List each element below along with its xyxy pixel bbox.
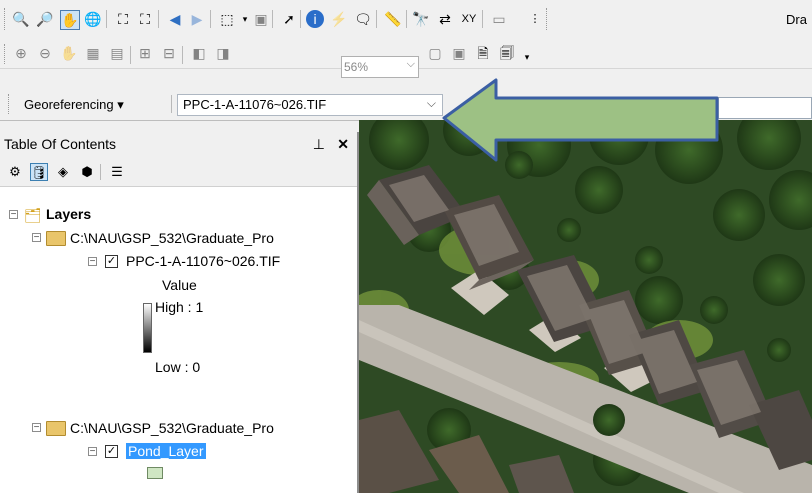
collapse-icon[interactable]: − <box>88 257 97 267</box>
toolbar-divider <box>182 46 183 64</box>
georeference-layer-combo[interactable]: PPC-1-A-11076~026.TIF ⌵ <box>177 94 443 116</box>
map-display[interactable] <box>359 120 812 493</box>
toolbar-divider <box>130 46 131 64</box>
full-extent-icon[interactable]: 🌐 <box>84 10 102 28</box>
previous-extent-layout-icon[interactable]: ◧ <box>190 44 208 62</box>
collapse-icon[interactable]: − <box>88 447 97 457</box>
toolbar-grip[interactable] <box>8 94 12 114</box>
go-to-xy-icon[interactable]: XY <box>460 10 478 28</box>
fixed-zoom-in-icon[interactable]: ⛶ <box>114 10 132 28</box>
layers-root[interactable]: Layers <box>46 204 91 224</box>
find-route-icon[interactable]: ⇄ <box>436 10 454 28</box>
pan-icon[interactable]: ✋ <box>60 10 80 30</box>
layout-zoom-out-icon[interactable]: ⊖ <box>36 44 54 62</box>
draw-toolbar-label[interactable]: Dra <box>786 12 807 27</box>
polygon-symbol-swatch <box>147 467 163 479</box>
fixed-zoom-out-layout-icon[interactable]: ⊟ <box>160 44 178 62</box>
toolbar-divider <box>210 10 211 28</box>
toolbar-grip[interactable] <box>546 8 550 30</box>
html-popup-icon[interactable]: 🗨 <box>354 10 372 28</box>
toolbar-divider <box>482 10 483 28</box>
focus-data-frame-icon[interactable]: ▣ <box>450 44 468 62</box>
annotation-arrow-icon <box>442 78 719 162</box>
folder-icon <box>46 421 66 436</box>
layer-visibility-checkbox[interactable]: ✓ <box>105 445 118 458</box>
toolbar-grip[interactable] <box>4 8 8 30</box>
identify-icon[interactable]: i <box>306 10 324 28</box>
list-by-source-icon[interactable]: 🛢 <box>30 163 48 181</box>
zoom-percent-value: 56% <box>344 60 369 74</box>
legend-high-label: High : 1 <box>155 299 204 315</box>
stretched-color-ramp <box>143 303 152 353</box>
clear-selection-icon[interactable]: ▣ <box>252 10 270 28</box>
toolbar-divider <box>158 10 159 28</box>
list-by-drawing-order-icon[interactable]: ⚙ <box>6 163 24 181</box>
toolbar-divider <box>376 10 377 28</box>
select-elements-icon[interactable]: ➚ <box>280 10 298 28</box>
next-extent-layout-icon[interactable]: ◨ <box>214 44 232 62</box>
collapse-icon[interactable]: − <box>9 210 18 220</box>
raster-layer-name[interactable]: PPC-1-A-11076~026.TIF <box>126 251 280 271</box>
hyperlink-icon[interactable]: ⚡ <box>330 10 348 28</box>
zoom-whole-page-icon[interactable]: ▦ <box>84 44 102 62</box>
layout-pan-icon[interactable]: ✋ <box>60 44 78 62</box>
legend-value-label: Value <box>162 277 197 293</box>
tools-toolbar: 🔍 🔎 ✋ 🌐 ⛶ ⛶ ◀ ▶ ⬚ ▾ ▣ ➚ i ⚡ 🗨 📏 🔭 ⇄ XY ▭… <box>0 0 812 39</box>
toolbar-divider <box>272 10 273 28</box>
collapse-icon[interactable]: − <box>32 233 41 243</box>
pond-layer-name[interactable]: Pond_Layer <box>126 441 206 461</box>
toolbar-options-icon[interactable]: ⋮ <box>526 10 544 28</box>
forward-extent-icon[interactable]: ▶ <box>188 10 206 28</box>
change-layout-icon[interactable]: 🗎 <box>474 44 492 62</box>
collapse-icon[interactable]: − <box>32 423 41 433</box>
aerial-image <box>359 120 812 493</box>
list-by-selection-icon[interactable]: ⬢ <box>78 163 96 181</box>
folder-icon <box>46 231 66 246</box>
data-driven-pages-icon[interactable]: 🗐 <box>498 44 516 62</box>
toc-toolbar: ⚙ 🛢 ◈ ⬢ ☰ <box>0 156 357 187</box>
find-icon[interactable]: 🔭 <box>412 10 430 28</box>
layers-icon: 🗂 <box>24 207 42 223</box>
selected-layer-label: Pond_Layer <box>126 443 206 459</box>
measure-icon[interactable]: 📏 <box>384 10 402 28</box>
fixed-zoom-in-layout-icon[interactable]: ⊞ <box>136 44 154 62</box>
options-icon[interactable]: ☰ <box>108 163 126 181</box>
layout-zoom-in-icon[interactable]: ⊕ <box>12 44 30 62</box>
select-features-icon[interactable]: ⬚ <box>218 10 236 28</box>
toolbar-divider <box>300 10 301 28</box>
toolbar-grip[interactable] <box>4 44 8 64</box>
toolbar-divider <box>100 164 101 180</box>
toggle-draft-mode-icon[interactable]: ▢ <box>426 44 444 62</box>
list-by-visibility-icon[interactable]: ◈ <box>54 163 72 181</box>
toolbar-divider <box>171 95 172 113</box>
legend-low-label: Low : 0 <box>155 359 201 375</box>
toolbar-divider <box>406 10 407 28</box>
toolbar-divider <box>106 10 107 28</box>
toc-header: Table Of Contents ⊥ ✕ <box>0 132 357 156</box>
chevron-down-icon: ⌵ <box>426 96 436 110</box>
layout-toolbar: ⊕ ⊖ ✋ ▦ ▤ ⊞ ⊟ ◧ ◨ 56% ⌵ ▢ ▣ 🗎 🗐 ▾ <box>0 38 812 78</box>
close-icon[interactable]: ✕ <box>337 132 349 156</box>
chevron-down-icon: ⌵ <box>406 58 415 70</box>
zoom-100-icon[interactable]: ▤ <box>108 44 126 62</box>
source-folder-path[interactable]: C:\NAU\GSP_532\Graduate_Pro <box>70 228 274 248</box>
source-folder-path[interactable]: C:\NAU\GSP_532\Graduate_Pro <box>70 418 274 438</box>
layer-visibility-checkbox[interactable]: ✓ <box>105 255 118 268</box>
time-slider-icon[interactable]: ▭ <box>490 10 508 28</box>
zoom-out-icon[interactable]: 🔎 <box>36 10 54 28</box>
pin-icon[interactable]: ⊥ <box>313 132 325 156</box>
toc-title: Table Of Contents <box>4 136 117 152</box>
back-extent-icon[interactable]: ◀ <box>166 10 184 28</box>
toolbar-options-icon[interactable]: ▾ <box>518 48 536 66</box>
zoom-in-icon[interactable]: 🔍 <box>12 10 30 28</box>
georeferencing-menu[interactable]: Georeferencing ▾ <box>24 96 124 114</box>
zoom-percent-combo[interactable]: 56% ⌵ <box>341 56 419 78</box>
fixed-zoom-out-icon[interactable]: ⛶ <box>136 10 154 28</box>
table-of-contents: Table Of Contents ⊥ ✕ ⚙ 🛢 ◈ ⬢ ☰ − 🗂 Laye… <box>0 132 359 493</box>
georef-text-field[interactable] <box>718 97 812 119</box>
georeference-layer-value: PPC-1-A-11076~026.TIF <box>183 97 327 112</box>
